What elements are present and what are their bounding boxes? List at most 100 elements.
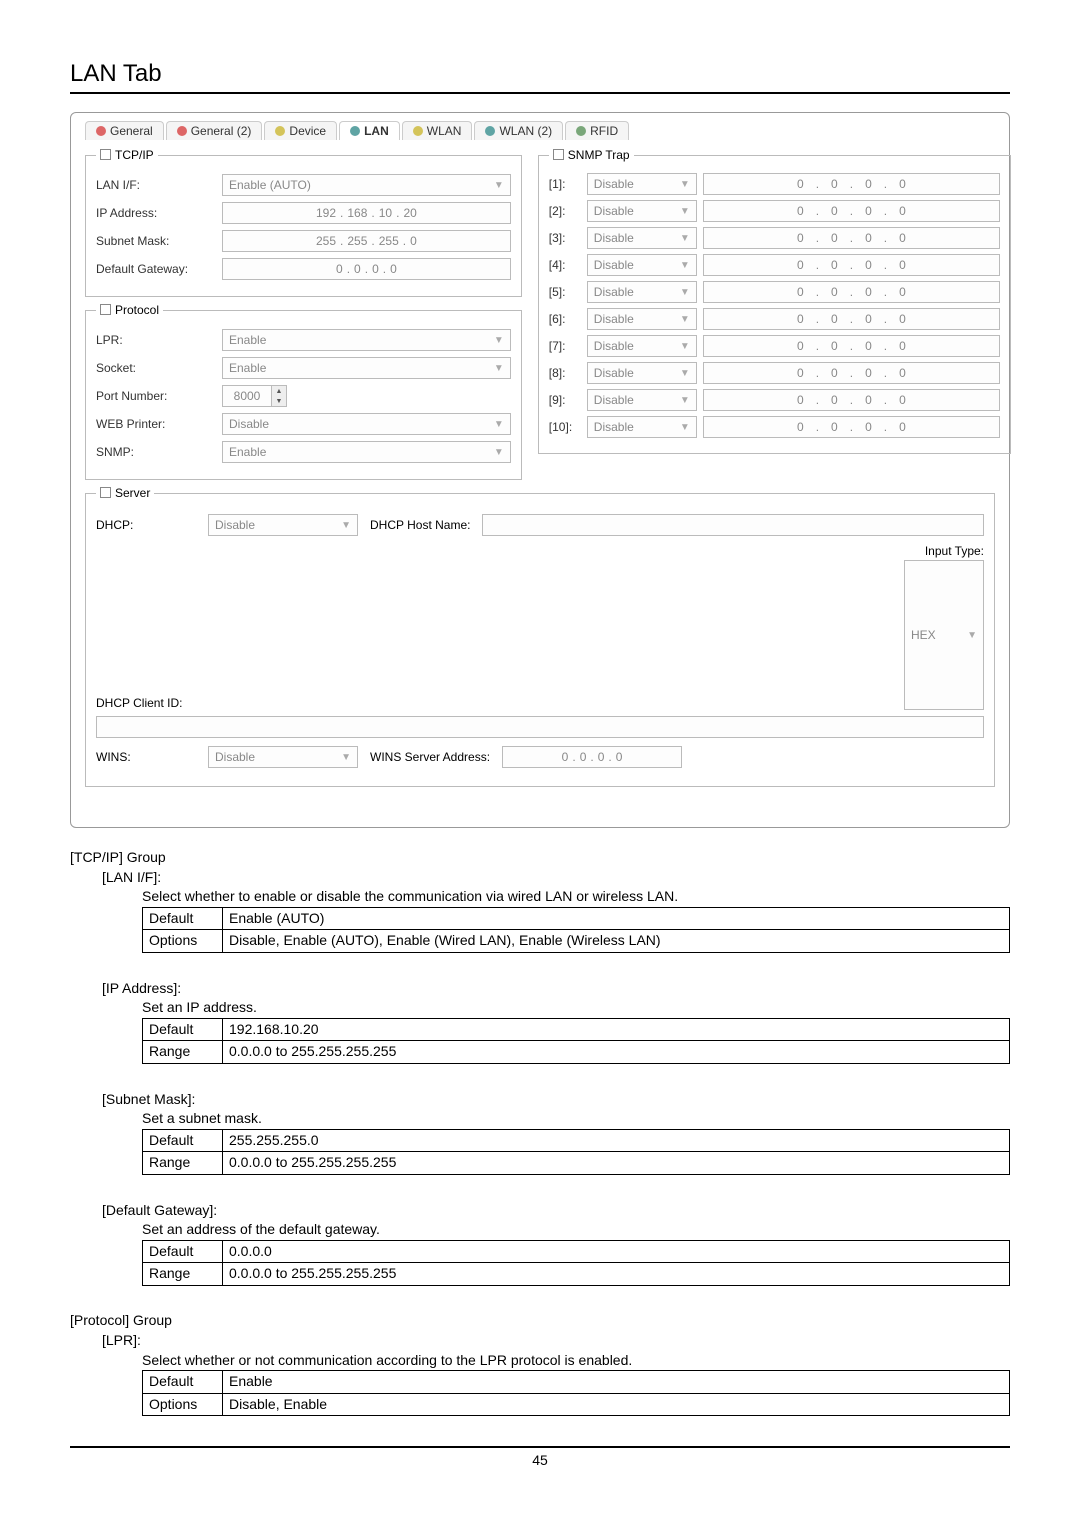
port-down-button[interactable]: ▼ <box>272 396 286 406</box>
cell-value: 0.0.0.0 to 255.255.255.255 <box>223 1263 1010 1286</box>
clientid-input[interactable] <box>96 716 984 738</box>
row-lanif: LAN I/F: Enable (AUTO)▼ <box>96 174 511 196</box>
trap-select[interactable]: Disable▼ <box>587 335 697 357</box>
row-clientid: DHCP Client ID: Input Type: HEX▼ <box>96 544 984 710</box>
lanif-select[interactable]: Enable (AUTO)▼ <box>222 174 511 196</box>
trap-index-label: [4]: <box>549 258 581 272</box>
cell-label: Default <box>143 1129 223 1152</box>
port-input[interactable] <box>223 386 271 406</box>
trap-select[interactable]: Disable▼ <box>587 173 697 195</box>
trap-select[interactable]: Disable▼ <box>587 308 697 330</box>
dot-icon <box>576 126 586 136</box>
trap-row: [9]:Disable▼0.0.0.0 <box>549 389 1000 411</box>
tab-label: Device <box>289 124 326 138</box>
row-wins: WINS: Disable▼ WINS Server Address: 0. 0… <box>96 746 984 768</box>
tab-label: RFID <box>590 124 618 138</box>
trap-select[interactable]: Disable▼ <box>587 362 697 384</box>
wins-select[interactable]: Disable▼ <box>208 746 358 768</box>
dhcp-host-input[interactable] <box>482 514 984 536</box>
group-snmptrap: SNMP Trap [1]:Disable▼0.0.0.0[2]:Disable… <box>538 148 1011 454</box>
port-label: Port Number: <box>96 389 216 403</box>
doc-ip-table: Default192.168.10.20 Range0.0.0.0 to 255… <box>142 1018 1010 1064</box>
cell-value: Enable (AUTO) <box>223 907 1010 930</box>
page-number: 45 <box>532 1452 548 1468</box>
group-protocol-legend: Protocol <box>96 303 163 317</box>
port-up-button[interactable]: ▲ <box>272 386 286 396</box>
trap-ip-input[interactable]: 0.0.0.0 <box>703 335 1000 357</box>
trap-select[interactable]: Disable▼ <box>587 416 697 438</box>
trap-ip-input[interactable]: 0.0.0.0 <box>703 362 1000 384</box>
row-web: WEB Printer: Disable▼ <box>96 413 511 435</box>
wins-label: WINS: <box>96 750 196 764</box>
row-ipaddress: IP Address: 192. 168. 10. 20 <box>96 202 511 224</box>
socket-label: Socket: <box>96 361 216 375</box>
gateway-input[interactable]: 0. 0. 0. 0 <box>222 258 511 280</box>
cell-label: Default <box>143 907 223 930</box>
tab-general[interactable]: General <box>85 121 164 140</box>
wins-addr-input[interactable]: 0. 0. 0. 0 <box>502 746 682 768</box>
tab-lan[interactable]: LAN <box>339 121 400 140</box>
cell-label: Default <box>143 1018 223 1041</box>
trap-select[interactable]: Disable▼ <box>587 389 697 411</box>
ip-input[interactable]: 192. 168. 10. 20 <box>222 202 511 224</box>
doc-protocol-group: [Protocol] Group <box>70 1311 1010 1331</box>
chevron-down-icon: ▼ <box>680 287 690 298</box>
trap-row: [7]:Disable▼0.0.0.0 <box>549 335 1000 357</box>
snmp-label: SNMP: <box>96 445 216 459</box>
checkbox-icon[interactable] <box>100 487 111 498</box>
group-server: Server DHCP: Disable▼ DHCP Host Name: DH… <box>85 486 995 787</box>
row-subnet: Subnet Mask: 255. 255. 255. 0 <box>96 230 511 252</box>
tab-general-2[interactable]: General (2) <box>166 121 263 140</box>
trap-ip-input[interactable]: 0.0.0.0 <box>703 416 1000 438</box>
snmp-select[interactable]: Enable▼ <box>222 441 511 463</box>
cell-label: Range <box>143 1041 223 1064</box>
tab-device[interactable]: Device <box>264 121 337 140</box>
dhcp-label: DHCP: <box>96 518 196 532</box>
tab-wlan[interactable]: WLAN <box>402 121 473 140</box>
trap-ip-input[interactable]: 0.0.0.0 <box>703 173 1000 195</box>
cell-value: 0.0.0.0 to 255.255.255.255 <box>223 1041 1010 1064</box>
port-stepper[interactable]: ▲ ▼ <box>222 385 287 407</box>
trap-ip-input[interactable]: 0.0.0.0 <box>703 281 1000 303</box>
lpr-select[interactable]: Enable▼ <box>222 329 511 351</box>
chevron-down-icon: ▼ <box>680 233 690 244</box>
tab-wlan-2[interactable]: WLAN (2) <box>474 121 563 140</box>
chevron-down-icon: ▼ <box>494 180 504 191</box>
trap-select[interactable]: Disable▼ <box>587 281 697 303</box>
checkbox-icon[interactable] <box>100 149 111 160</box>
socket-select[interactable]: Enable▼ <box>222 357 511 379</box>
trap-ip-input[interactable]: 0.0.0.0 <box>703 389 1000 411</box>
trap-select[interactable]: Disable▼ <box>587 200 697 222</box>
cell-value: 0.0.0.0 <box>223 1240 1010 1263</box>
checkbox-icon[interactable] <box>553 149 564 160</box>
tab-label: WLAN (2) <box>499 124 552 138</box>
app-window: General General (2) Device LAN WLAN WLAN… <box>70 112 1010 828</box>
chevron-down-icon: ▼ <box>494 335 504 346</box>
gateway-label: Default Gateway: <box>96 262 216 276</box>
row-gateway: Default Gateway: 0. 0. 0. 0 <box>96 258 511 280</box>
trap-ip-input[interactable]: 0.0.0.0 <box>703 254 1000 276</box>
tab-rfid[interactable]: RFID <box>565 121 629 140</box>
web-select[interactable]: Disable▼ <box>222 413 511 435</box>
checkbox-icon[interactable] <box>100 304 111 315</box>
subnet-label: Subnet Mask: <box>96 234 216 248</box>
tab-label: General (2) <box>191 124 252 138</box>
trap-ip-input[interactable]: 0.0.0.0 <box>703 227 1000 249</box>
trap-ip-input[interactable]: 0.0.0.0 <box>703 308 1000 330</box>
doc-tcpip-group: [TCP/IP] Group <box>70 848 1010 868</box>
chevron-down-icon: ▼ <box>680 368 690 379</box>
dot-icon <box>485 126 495 136</box>
dot-icon <box>350 126 360 136</box>
web-label: WEB Printer: <box>96 417 216 431</box>
subnet-input[interactable]: 255. 255. 255. 0 <box>222 230 511 252</box>
trap-select[interactable]: Disable▼ <box>587 227 697 249</box>
page-footer: 45 <box>70 1446 1010 1468</box>
row-dhcp: DHCP: Disable▼ DHCP Host Name: <box>96 514 984 536</box>
dhcp-select[interactable]: Disable▼ <box>208 514 358 536</box>
trap-index-label: [8]: <box>549 366 581 380</box>
trap-ip-input[interactable]: 0.0.0.0 <box>703 200 1000 222</box>
trap-row: [4]: Disable▼ 0.0.0.0 <box>549 254 1000 276</box>
trap-select[interactable]: Disable▼ <box>587 254 697 276</box>
inputtype-select[interactable]: HEX▼ <box>904 560 984 710</box>
trap-row: [1]:Disable▼0.0.0.0 <box>549 173 1000 195</box>
